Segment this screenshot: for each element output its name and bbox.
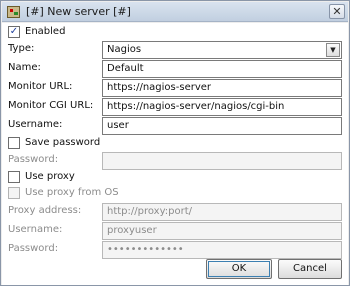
monitor-url-label: Monitor URL:: [8, 81, 73, 92]
proxy-username-input[interactable]: proxyuser: [102, 222, 342, 240]
chevron-down-icon[interactable]: ▼: [326, 43, 340, 57]
use-proxy-checkbox[interactable]: [8, 171, 20, 183]
server-form: ✓ Enabled Type: Nagios ▼ Name: Default M…: [2, 23, 348, 285]
password-input[interactable]: [102, 152, 342, 170]
monitor-cgi-url-input[interactable]: https://nagios-server/nagios/cgi-bin: [102, 98, 342, 116]
app-icon: [7, 6, 20, 18]
username-label: Username:: [8, 119, 63, 130]
enabled-checkbox[interactable]: ✓: [8, 26, 20, 38]
monitor-cgi-url-label: Monitor CGI URL:: [8, 100, 94, 111]
type-select-value: Nagios: [107, 44, 142, 55]
title-bar[interactable]: [#] New server [#] ✕: [2, 2, 348, 22]
proxy-username-label: Username:: [8, 224, 63, 235]
username-input[interactable]: user: [102, 117, 342, 135]
password-label: Password:: [8, 154, 59, 165]
use-proxy-label: Use proxy: [25, 171, 75, 182]
name-input[interactable]: Default: [102, 60, 342, 78]
window-title: [#] New server [#]: [26, 5, 131, 18]
enabled-label: Enabled: [25, 26, 66, 37]
type-select[interactable]: Nagios ▼: [102, 41, 342, 59]
proxy-address-label: Proxy address:: [8, 205, 82, 216]
close-button[interactable]: ✕: [329, 4, 345, 19]
monitor-url-input[interactable]: https://nagios-server: [102, 79, 342, 97]
cancel-button[interactable]: Cancel: [278, 259, 342, 279]
ok-button[interactable]: OK: [206, 259, 272, 279]
use-proxy-from-os-label: Use proxy from OS: [25, 187, 119, 198]
proxy-address-input[interactable]: http://proxy:port/: [102, 203, 342, 221]
use-proxy-from-os-checkbox[interactable]: [8, 187, 20, 199]
type-label: Type:: [8, 43, 35, 54]
dialog-window: [#] New server [#] ✕ ✓ Enabled Type: Nag…: [0, 0, 350, 286]
save-password-checkbox[interactable]: [8, 137, 20, 149]
save-password-label: Save password: [25, 137, 101, 148]
proxy-password-input[interactable]: •••••••••••••: [102, 241, 342, 259]
proxy-password-label: Password:: [8, 243, 59, 254]
name-label: Name:: [8, 62, 41, 73]
